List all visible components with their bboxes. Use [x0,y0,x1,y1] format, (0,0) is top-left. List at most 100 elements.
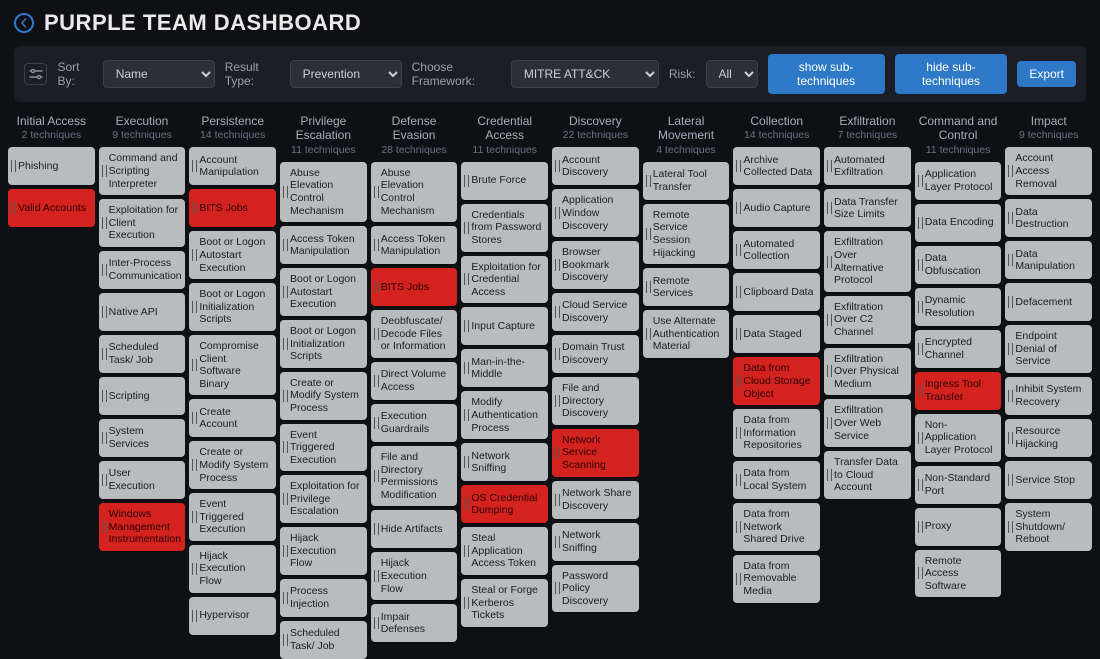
technique-cell[interactable]: Direct Volume Access [371,362,458,400]
technique-cell[interactable]: OS Credential Dumping [461,485,548,523]
framework-select[interactable]: MITRE ATT&CK [511,60,659,88]
technique-cell[interactable]: Deobfuscate/ Decode Files or Information [371,310,458,358]
technique-cell[interactable]: Account Manipulation [189,147,276,185]
technique-cell[interactable]: Abuse Elevation Control Mechanism [280,162,367,222]
technique-cell[interactable]: Clipboard Data [733,273,820,311]
technique-cell[interactable]: Impair Defenses [371,604,458,642]
technique-cell[interactable]: Application Layer Protocol [915,162,1002,200]
technique-cell[interactable]: Scheduled Task/ Job [280,621,367,659]
technique-cell[interactable]: Exfiltration Over Web Service [824,399,911,447]
technique-cell[interactable]: File and Directory Discovery [552,377,639,425]
technique-cell[interactable]: Native API [99,293,186,331]
technique-cell[interactable]: Event Triggered Execution [189,493,276,541]
technique-cell[interactable]: Event Triggered Execution [280,424,367,472]
technique-cell[interactable]: Credentials from Password Stores [461,204,548,252]
technique-cell[interactable]: Remote Service Session Hijacking [643,204,730,264]
technique-cell[interactable]: Remote Access Software [915,550,1002,598]
technique-cell[interactable]: Non-Application Layer Protocol [915,414,1002,462]
technique-cell[interactable]: Exploitation for Client Execution [99,199,186,247]
technique-cell[interactable]: Exfiltration Over Physical Medium [824,348,911,396]
technique-cell[interactable]: Remote Services [643,268,730,306]
technique-cell[interactable]: Network Sniffing [461,443,548,481]
technique-cell[interactable]: Create Account [189,399,276,437]
technique-cell[interactable]: Valid Accounts [8,189,95,227]
technique-cell[interactable]: System Shutdown/ Reboot [1005,503,1092,551]
technique-cell[interactable]: Endpoint Denial of Service [1005,325,1092,373]
technique-cell[interactable]: Create or Modify System Process [189,441,276,489]
technique-cell[interactable]: Ingress Tool Transfer [915,372,1002,410]
technique-cell[interactable]: Data from Network Shared Drive [733,503,820,551]
technique-cell[interactable]: Scripting [99,377,186,415]
technique-cell[interactable]: Cloud Service Discovery [552,293,639,331]
technique-cell[interactable]: Domain Trust Discovery [552,335,639,373]
technique-cell[interactable]: Service Stop [1005,461,1092,499]
technique-cell[interactable]: Inhibit System Recovery [1005,377,1092,415]
technique-cell[interactable]: Network Service Scanning [552,429,639,477]
technique-cell[interactable]: Account Access Removal [1005,147,1092,195]
show-sub-button[interactable]: show sub-techniques [768,54,885,94]
technique-cell[interactable]: BITS Jobs [371,268,458,306]
technique-cell[interactable]: Boot or Logon Initialization Scripts [189,283,276,331]
technique-cell[interactable]: Data Obfuscation [915,246,1002,284]
technique-cell[interactable]: Encrypted Channel [915,330,1002,368]
technique-cell[interactable]: Transfer Data to Cloud Account [824,451,911,499]
risk-select[interactable]: All [706,60,758,88]
export-button[interactable]: Export [1017,61,1076,87]
technique-cell[interactable]: Audio Capture [733,189,820,227]
technique-cell[interactable]: Boot or Logon Autostart Execution [280,268,367,316]
technique-cell[interactable]: Data from Removable Media [733,555,820,603]
technique-cell[interactable]: Automated Exfiltration [824,147,911,185]
technique-cell[interactable]: Data from Information Repositories [733,409,820,457]
technique-cell[interactable]: Exploitation for Privilege Escalation [280,475,367,523]
technique-cell[interactable]: Access Token Manipulation [371,226,458,264]
technique-cell[interactable]: Browser Bookmark Discovery [552,241,639,289]
technique-cell[interactable]: Proxy [915,508,1002,546]
technique-cell[interactable]: Data from Local System [733,461,820,499]
technique-cell[interactable]: Hijack Execution Flow [280,527,367,575]
technique-cell[interactable]: BITS Jobs [189,189,276,227]
technique-cell[interactable]: Command and Scripting Interpreter [99,147,186,195]
technique-cell[interactable]: Access Token Manipulation [280,226,367,264]
technique-cell[interactable]: Hijack Execution Flow [371,552,458,600]
technique-cell[interactable]: Man-in-the-Middle [461,349,548,387]
technique-cell[interactable]: Network Share Discovery [552,481,639,519]
technique-cell[interactable]: Defacement [1005,283,1092,321]
technique-cell[interactable]: Hypervisor [189,597,276,635]
technique-cell[interactable]: Exfiltration Over Alternative Protocol [824,231,911,291]
technique-cell[interactable]: Hide Artifacts [371,510,458,548]
technique-cell[interactable]: Scheduled Task/ Job [99,335,186,373]
technique-cell[interactable]: Data Staged [733,315,820,353]
technique-cell[interactable]: Account Discovery [552,147,639,185]
technique-cell[interactable]: Network Sniffing [552,523,639,561]
technique-cell[interactable]: Application Window Discovery [552,189,639,237]
technique-cell[interactable]: Boot or Logon Initialization Scripts [280,320,367,368]
technique-cell[interactable]: Automated Collection [733,231,820,269]
technique-cell[interactable]: Dynamic Resolution [915,288,1002,326]
technique-cell[interactable]: Process Injection [280,579,367,617]
technique-cell[interactable]: Use Alternate Authentication Material [643,310,730,358]
technique-cell[interactable]: Lateral Tool Transfer [643,162,730,200]
technique-cell[interactable]: Brute Force [461,162,548,200]
technique-cell[interactable]: Create or Modify System Process [280,372,367,420]
technique-cell[interactable]: Steal or Forge Kerberos Tickets [461,579,548,627]
technique-cell[interactable]: Compromise Client Software Binary [189,335,276,395]
technique-cell[interactable]: Exploitation for Credential Access [461,256,548,304]
technique-cell[interactable]: User Execution [99,461,186,499]
technique-cell[interactable]: Data Transfer Size Limits [824,189,911,227]
sort-select[interactable]: Name [103,60,215,88]
back-button[interactable] [14,13,34,33]
technique-cell[interactable]: Steal Application Access Token [461,527,548,575]
technique-cell[interactable]: Abuse Elevation Control Mechanism [371,162,458,222]
technique-cell[interactable]: System Services [99,419,186,457]
technique-cell[interactable]: Inter-Process Communication [99,251,186,289]
technique-cell[interactable]: Modify Authentication Process [461,391,548,439]
technique-cell[interactable]: Boot or Logon Autostart Execution [189,231,276,279]
filter-icon[interactable] [24,63,47,85]
technique-cell[interactable]: Input Capture [461,307,548,345]
technique-cell[interactable]: Data Manipulation [1005,241,1092,279]
technique-cell[interactable]: Resource Hijacking [1005,419,1092,457]
technique-cell[interactable]: Data from Cloud Storage Object [733,357,820,405]
technique-cell[interactable]: Phishing [8,147,95,185]
technique-cell[interactable]: Execution Guardrails [371,404,458,442]
result-select[interactable]: Prevention [290,60,402,88]
